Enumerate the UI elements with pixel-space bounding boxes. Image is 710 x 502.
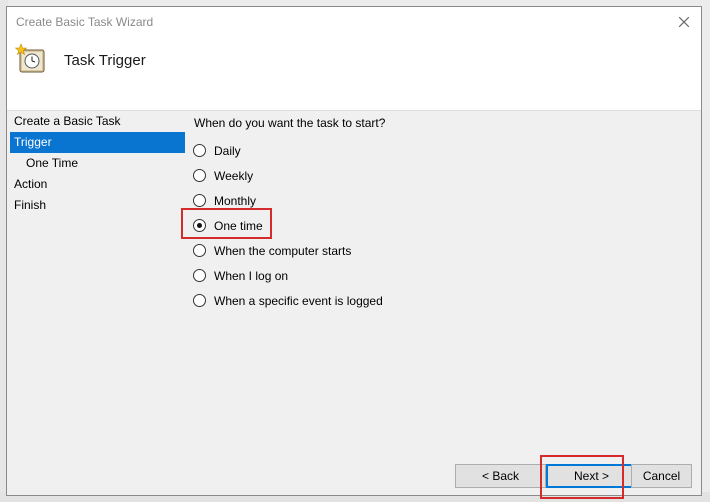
radio-label: When the computer starts bbox=[214, 243, 352, 258]
radio-label: When a specific event is logged bbox=[214, 293, 383, 308]
task-clock-icon bbox=[14, 43, 45, 73]
radio-label: Weekly bbox=[214, 168, 254, 183]
title-bar: Create Basic Task Wizard bbox=[7, 7, 701, 37]
wizard-window: Create Basic Task Wizard Task Trigger Cr… bbox=[6, 6, 702, 499]
radio-label: Daily bbox=[214, 143, 241, 158]
close-button[interactable] bbox=[667, 7, 701, 37]
radio-button[interactable] bbox=[193, 194, 206, 207]
window-title: Create Basic Task Wizard bbox=[16, 15, 154, 29]
close-icon bbox=[679, 17, 689, 27]
nav-item-one-time: One Time bbox=[26, 156, 79, 170]
radio-button[interactable] bbox=[193, 294, 206, 307]
radio-option-daily[interactable]: Daily bbox=[190, 138, 383, 163]
nav-item-create-basic-task: Create a Basic Task bbox=[14, 114, 121, 128]
back-button[interactable]: < Back bbox=[455, 464, 546, 488]
nav-item-action: Action bbox=[14, 177, 48, 191]
one-time-highlight-annotation bbox=[181, 208, 272, 239]
radio-button[interactable] bbox=[193, 169, 206, 182]
radio-button[interactable] bbox=[193, 269, 206, 282]
next-button-highlight-annotation bbox=[540, 455, 624, 499]
wizard-steps-nav: Create a Basic Task Trigger One Time Act… bbox=[10, 111, 185, 216]
nav-item-trigger: Trigger bbox=[10, 132, 185, 153]
trigger-question: When do you want the task to start? bbox=[194, 116, 386, 130]
radio-button[interactable] bbox=[193, 144, 206, 157]
radio-label: Monthly bbox=[214, 193, 257, 208]
cancel-button[interactable]: Cancel bbox=[631, 464, 692, 488]
radio-button[interactable] bbox=[193, 244, 206, 257]
radio-option-weekly[interactable]: Weekly bbox=[190, 163, 383, 188]
radio-option-computer-starts[interactable]: When the computer starts bbox=[190, 238, 383, 263]
page-title: Task Trigger bbox=[64, 52, 146, 69]
radio-option-log-on[interactable]: When I log on bbox=[190, 263, 383, 288]
wizard-header: Task Trigger bbox=[7, 37, 701, 111]
radio-option-event-logged[interactable]: When a specific event is logged bbox=[190, 288, 383, 313]
radio-label: When I log on bbox=[214, 268, 289, 283]
nav-item-finish: Finish bbox=[14, 198, 47, 212]
